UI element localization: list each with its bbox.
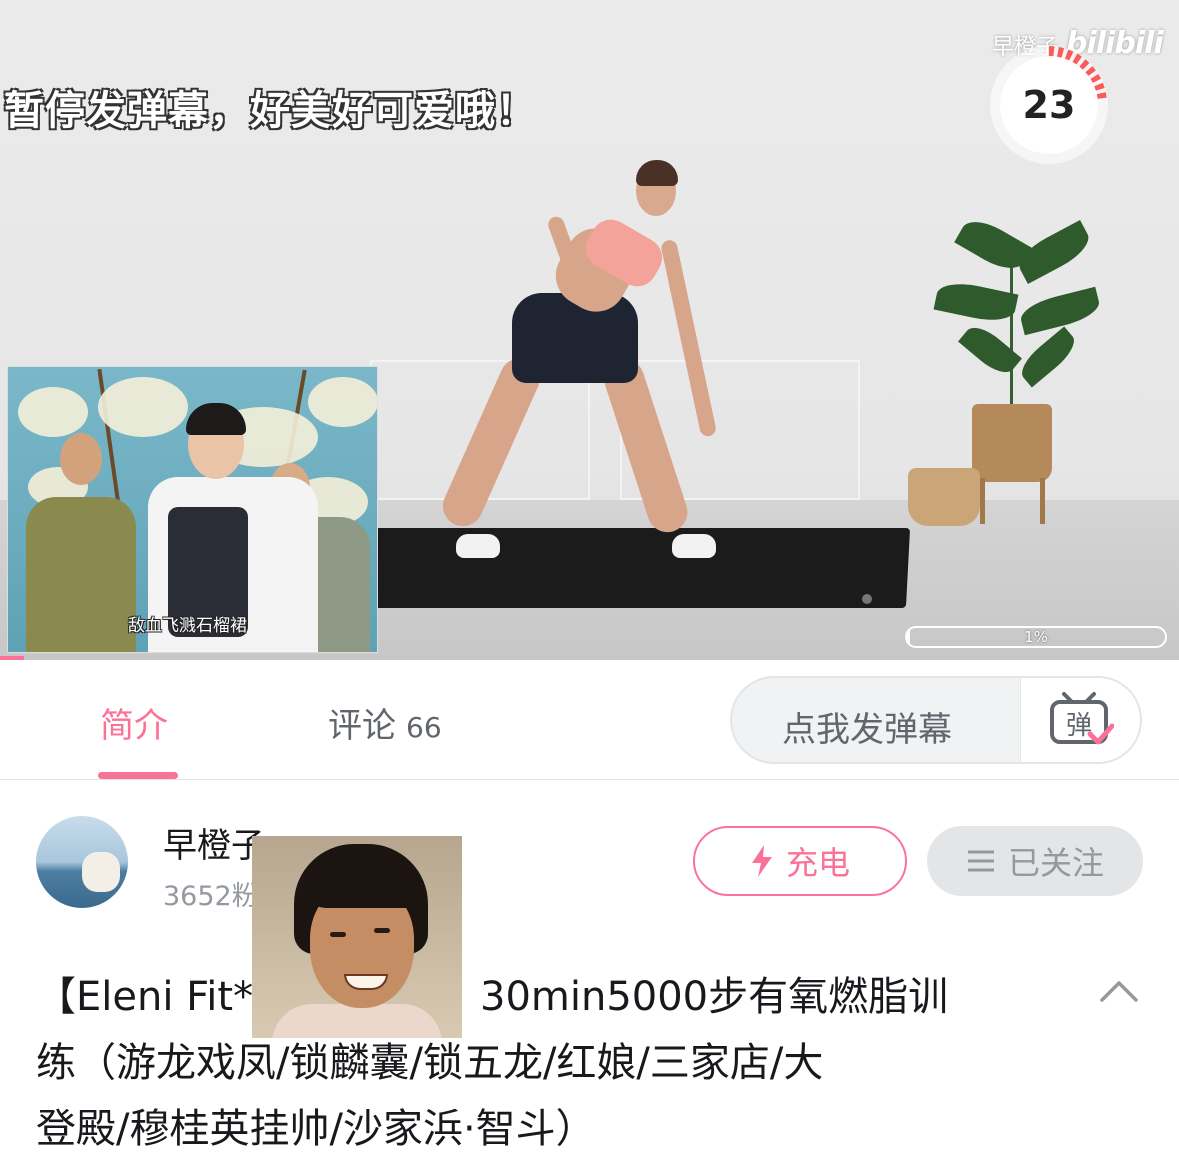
man-left-head xyxy=(60,433,102,485)
yoga-mat xyxy=(357,528,911,608)
tab-bar: 简介 评论 66 点我发弹幕 弹 xyxy=(0,660,1179,780)
avatar-dog xyxy=(82,852,120,892)
danmaku-placeholder: 点我发弹幕 xyxy=(782,710,952,750)
uploader-avatar[interactable] xyxy=(36,816,128,908)
meme-sticker xyxy=(252,836,462,1038)
basket xyxy=(908,468,980,526)
hair xyxy=(636,160,678,186)
danmaku-toggle-icon: 弹 xyxy=(1049,692,1114,745)
charge-button[interactable]: 充电 xyxy=(693,826,907,896)
danmaku-icon-char: 弹 xyxy=(1065,711,1091,741)
follow-button[interactable]: 已关注 xyxy=(927,826,1143,896)
plant-leaf xyxy=(933,278,1019,326)
menu-icon xyxy=(967,850,994,872)
tab-active-indicator xyxy=(98,772,178,779)
danmaku-input[interactable]: 点我发弹幕 弹 xyxy=(730,676,1142,764)
plant-stem xyxy=(1010,260,1013,410)
title-part-1: 【Eleni Fit* xyxy=(36,974,254,1020)
video-player[interactable]: 暂停发弹幕，好美好可爱哦！ 早橙子 bilibili 23 1% 敌血飞溅石榴裙 xyxy=(0,0,1179,660)
tab-intro[interactable]: 简介 xyxy=(100,698,168,747)
man-left xyxy=(26,497,136,652)
plant-leaf xyxy=(1015,326,1081,388)
inset-video-clip: 敌血飞溅石榴裙 xyxy=(7,366,378,653)
plant-leaf xyxy=(1012,220,1096,284)
danmaku-comment: 暂停发弹幕，好美好可爱哦！ xyxy=(4,88,537,134)
mat-logo xyxy=(862,594,872,604)
title-line-3: 登殿/穆桂英挂帅/沙家浜·智斗） xyxy=(36,1106,596,1152)
tab-comments[interactable]: 评论 66 xyxy=(328,698,442,747)
plant-leaf xyxy=(1017,286,1103,336)
tab-comments-count: 66 xyxy=(406,711,442,744)
title-line-2: 练（游龙戏凤/锁麟囊/锁五龙/红娘/三家店/大 xyxy=(36,1040,824,1086)
pot-leg xyxy=(980,478,985,524)
title-part-2: 30min5000步有氧燃脂训 xyxy=(480,974,949,1020)
follow-label: 已关注 xyxy=(1007,844,1104,882)
workout-progress: 1% xyxy=(905,626,1167,648)
meme-bangs xyxy=(306,868,416,908)
uploader-name[interactable]: 早橙子 xyxy=(163,818,265,867)
meme-shirt xyxy=(272,1004,442,1038)
uploader-fans: 3652粉 xyxy=(163,881,259,912)
shorts xyxy=(512,293,638,383)
left-shoe xyxy=(456,534,500,558)
plant-pot xyxy=(972,404,1052,482)
charge-label: 充电 xyxy=(785,844,850,882)
collapse-chevron-icon[interactable] xyxy=(1096,972,1142,1008)
right-shoe xyxy=(672,534,716,558)
progress-label: 1% xyxy=(1024,628,1048,646)
blossom xyxy=(98,377,188,437)
inset-caption: 敌血飞溅石榴裙 xyxy=(128,616,247,636)
blossom xyxy=(18,387,88,437)
danmaku-toggle-button[interactable]: 弹 xyxy=(1020,678,1140,762)
pot-leg xyxy=(1040,478,1045,524)
tab-comments-label: 评论 xyxy=(328,706,396,746)
meme-eye xyxy=(374,928,390,933)
countdown-timer: 23 xyxy=(1000,56,1098,154)
lightning-icon xyxy=(751,845,772,877)
blossom xyxy=(308,377,377,427)
meme-eye xyxy=(330,932,346,937)
woman-hair xyxy=(186,403,246,435)
